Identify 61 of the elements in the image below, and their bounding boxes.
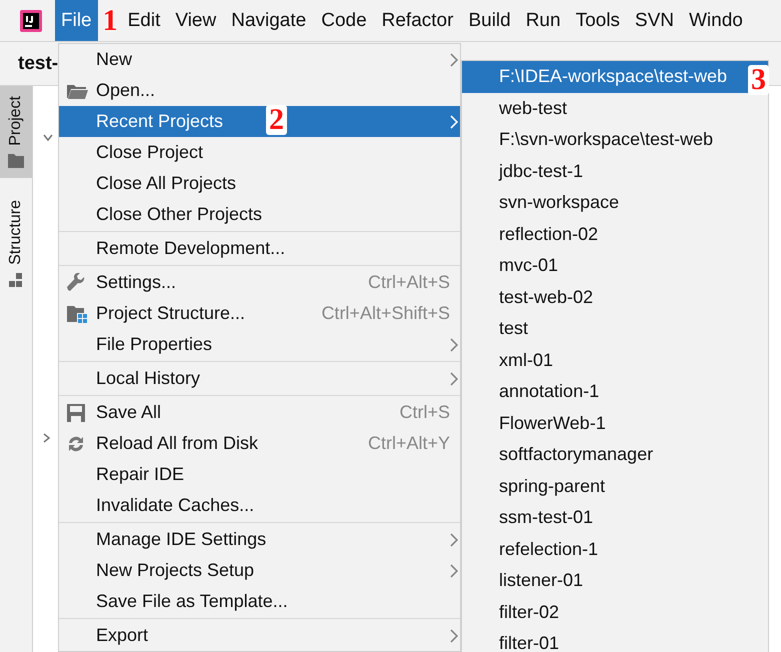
recent-project-item[interactable]: softfactorymanager <box>462 439 768 470</box>
menu-item[interactable]: Save All Ctrl+S <box>59 397 460 428</box>
recent-project-item[interactable]: refelection-1 <box>462 534 768 565</box>
structure-icon <box>9 272 23 287</box>
tool-window-tab[interactable]: Project <box>0 86 32 178</box>
tool-window-tab[interactable]: Structure <box>0 190 32 297</box>
menu-item[interactable]: Open... <box>59 75 460 106</box>
folder-icon <box>8 154 24 168</box>
step-number: 1 <box>102 6 118 36</box>
recent-project-item[interactable]: svn-workspace <box>462 187 768 218</box>
recent-project-item[interactable]: spring-parent <box>462 470 768 502</box>
recent-project-item[interactable]: reflection-02 <box>462 218 768 250</box>
recent-project-item[interactable]: filter-01 <box>462 628 768 652</box>
app-logo-icon <box>20 10 42 32</box>
step-number: 2 <box>266 105 287 135</box>
menu-item[interactable]: Close Project <box>59 137 460 168</box>
recent-project-item[interactable]: test-web-02 <box>462 282 768 313</box>
recent-project-item[interactable]: ssm-test-01 <box>462 502 768 534</box>
recent-project-item[interactable]: annotation-1 <box>462 376 768 408</box>
recent-project-item[interactable]: F:\svn-workspace\test-web <box>462 124 768 156</box>
menu-item[interactable]: File Properties <box>59 329 460 360</box>
menu-item[interactable]: Close All Projects <box>59 168 460 199</box>
menu-item[interactable]: Close Other Projects <box>59 199 460 230</box>
menu-bar-item[interactable]: Tools <box>570 0 626 41</box>
menu-bar-item[interactable]: Run <box>520 0 567 41</box>
menu-bar-item[interactable]: Build <box>462 0 517 41</box>
menu-item[interactable]: Manage IDE Settings <box>59 524 460 555</box>
menu-bar-item[interactable]: File <box>55 0 98 41</box>
menu-item[interactable]: Local History <box>59 363 460 394</box>
recent-project-item[interactable]: xml-01 <box>462 344 768 376</box>
menu-bar-item[interactable]: SVN <box>628 0 680 41</box>
recent-project-item[interactable]: mvc-01 <box>462 250 768 282</box>
recent-project-item[interactable]: web-test <box>462 92 768 124</box>
recent-project-item[interactable]: FlowerWeb-1 <box>462 408 768 439</box>
recent-project-item[interactable]: filter-02 <box>462 596 768 628</box>
expand-icon[interactable] <box>43 134 53 142</box>
menu-bar-item[interactable]: Refactor <box>376 0 460 41</box>
menu-bar-item[interactable]: View <box>169 0 222 41</box>
step-number: 3 <box>748 65 769 95</box>
recent-project-item[interactable]: jdbc-test-1 <box>462 156 768 187</box>
folder-grid-icon <box>66 304 88 324</box>
menu-item[interactable]: New <box>59 44 460 75</box>
menu-item[interactable]: Settings... Ctrl+Alt+S <box>59 267 460 298</box>
menu-item[interactable]: Repair IDE <box>59 459 460 490</box>
save-icon <box>66 402 86 422</box>
menu-item[interactable]: Reload All from Disk Ctrl+Alt+Y <box>59 428 460 459</box>
menu-item[interactable]: Export <box>59 620 460 651</box>
menu-item[interactable]: Save File as Template... <box>59 586 460 617</box>
collapsed-icon[interactable] <box>43 433 51 443</box>
menu-bar-item[interactable]: Edit <box>122 0 166 41</box>
menu-bar-item[interactable]: Code <box>315 0 373 41</box>
project-title: test- <box>18 52 58 74</box>
recent-project-item[interactable]: listener-01 <box>462 565 768 596</box>
menu-bar-item[interactable]: Windo <box>683 0 749 41</box>
recent-project-item[interactable]: test <box>462 313 768 344</box>
menu-item[interactable]: Remote Development... <box>59 233 460 264</box>
menu-bar-item[interactable]: Navigate <box>225 0 312 41</box>
menu-item[interactable]: New Projects Setup <box>59 555 460 586</box>
menu-item[interactable]: Invalidate Caches... <box>59 490 460 521</box>
menu-item[interactable]: Project Structure... Ctrl+Alt+Shift+S <box>59 298 460 329</box>
wrench-icon <box>66 272 86 292</box>
